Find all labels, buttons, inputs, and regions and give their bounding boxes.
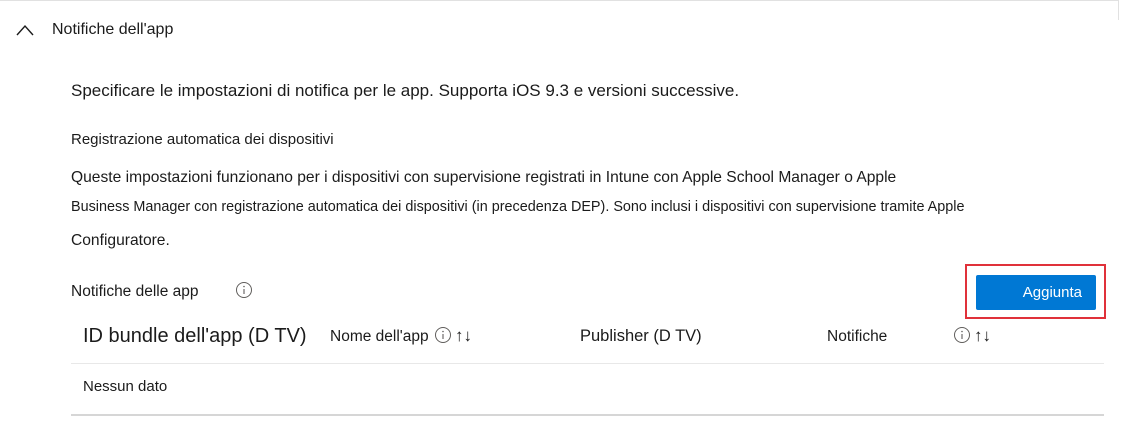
column-header-publisher: Publisher (D TV) <box>580 327 702 345</box>
sort-icon[interactable]: ↑↓ <box>455 327 472 344</box>
ade-description-line-3: Configuratore. <box>71 232 170 249</box>
app-notifications-label: Notifiche delle app <box>71 283 199 300</box>
sort-icon[interactable]: ↑↓ <box>974 327 991 344</box>
right-divider <box>1118 0 1119 20</box>
empty-table-message: Nessun dato <box>83 378 168 395</box>
intro-text: Specificare le impostazioni di notifica … <box>71 81 740 100</box>
info-icon[interactable] <box>434 326 452 344</box>
section-title: Notifiche dell'app <box>52 21 174 38</box>
section-header-app-notifications[interactable]: Notifiche dell'app <box>14 18 173 42</box>
add-button[interactable]: Aggiunta <box>976 275 1096 310</box>
column-header-notifications[interactable]: Notifiche <box>827 328 887 346</box>
top-divider <box>0 0 1118 1</box>
ade-description-line-1: Queste impostazioni funzionano per i dis… <box>71 169 897 186</box>
info-icon[interactable] <box>953 326 971 344</box>
info-icon[interactable] <box>235 281 253 299</box>
table-bottom-divider <box>71 414 1104 416</box>
column-header-bundle-id: ID bundle dell'app (D TV) <box>83 325 307 347</box>
ade-heading: Registrazione automatica dei dispositivi <box>71 131 334 148</box>
column-header-app-name[interactable]: Nome dell'app <box>330 328 429 346</box>
chevron-up-icon[interactable] <box>14 23 36 37</box>
table-header-divider <box>71 363 1104 364</box>
ade-description-line-2: Business Manager con registrazione autom… <box>71 199 965 215</box>
